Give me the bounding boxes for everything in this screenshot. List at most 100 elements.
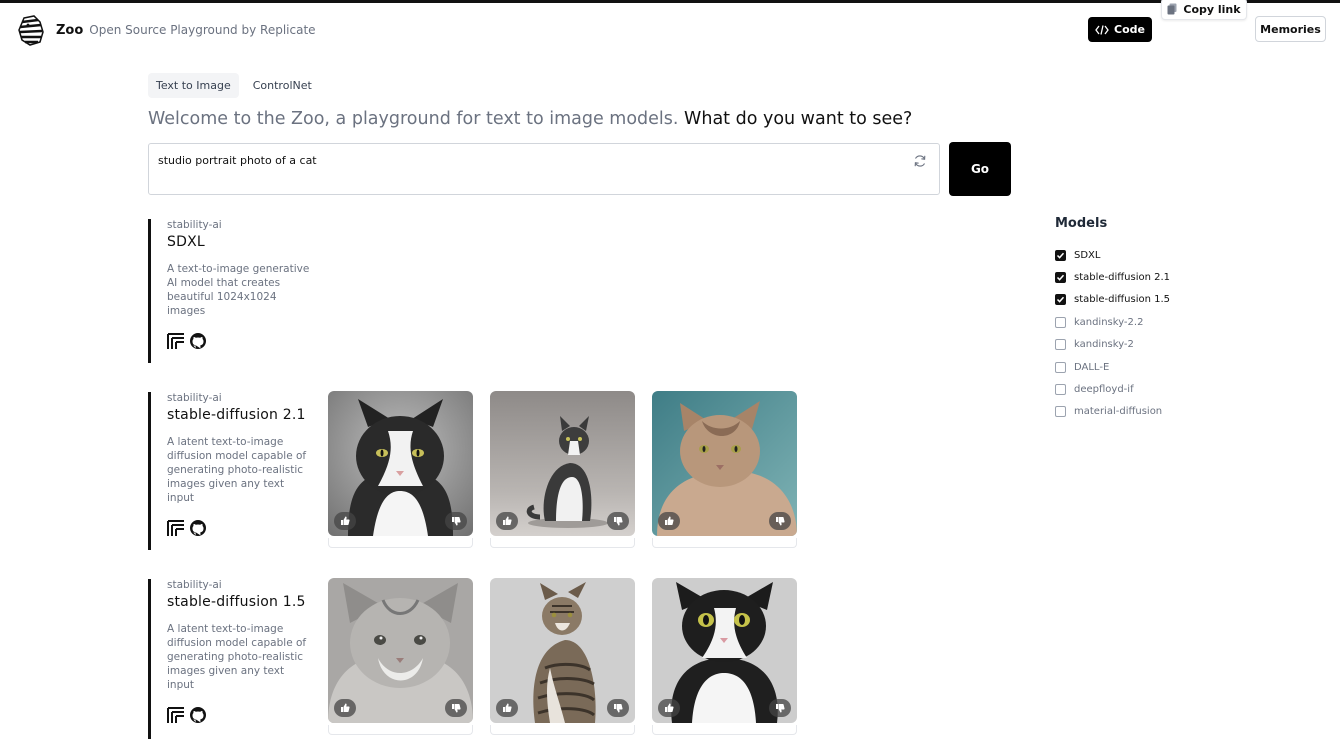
thumbs-down-button[interactable]: [769, 512, 791, 530]
github-icon[interactable]: [189, 706, 207, 724]
model-links: [167, 706, 318, 724]
model-option-stable-diffusion-1-5[interactable]: stable-diffusion 1.5: [1055, 289, 1170, 311]
code-brackets-icon: [1095, 24, 1109, 35]
go-button[interactable]: Go: [949, 142, 1011, 196]
thumbs-up-button[interactable]: [658, 699, 680, 717]
welcome-heading: Welcome to the Zoo, a playground for tex…: [148, 109, 912, 129]
model-info: stability-ai SDXL A text-to-image genera…: [148, 219, 318, 363]
model-option-label: stable-diffusion 1.5: [1074, 294, 1171, 306]
image-card-footer: [328, 538, 473, 548]
thumbs-down-icon: [776, 517, 785, 526]
thumbs-up-button[interactable]: [334, 512, 356, 530]
copy-icon: [1167, 3, 1177, 15]
model-option-deepfloyd-if[interactable]: deepfloyd-if: [1055, 378, 1170, 400]
model-info: stability-ai stable-diffusion 1.5 A late…: [148, 579, 318, 739]
model-description: A text-to-image generative AI model that…: [167, 263, 310, 317]
thumbs-up-button[interactable]: [334, 699, 356, 717]
thumbs-down-icon: [776, 704, 785, 713]
welcome-question: What do you want to see?: [684, 109, 913, 129]
model-option-label: deepfloyd-if: [1074, 384, 1134, 396]
welcome-intro: Welcome to the Zoo, a playground for tex…: [148, 109, 679, 129]
tab-controlnet[interactable]: ControlNet: [245, 73, 320, 98]
prompt-input[interactable]: studio portrait photo of a cat: [148, 143, 940, 195]
checkbox-unchecked[interactable]: [1055, 316, 1066, 328]
image-card-footer: [652, 538, 797, 548]
tab-text-to-image[interactable]: Text to Image: [148, 73, 239, 98]
model-option-sdxl[interactable]: SDXL: [1055, 244, 1170, 266]
brand-name[interactable]: Zoo: [56, 23, 83, 38]
image-card-footer: [490, 538, 635, 548]
generated-image[interactable]: [490, 578, 635, 723]
model-option-kandinsky-2[interactable]: kandinsky-2: [1055, 334, 1170, 356]
replicate-icon[interactable]: [167, 706, 185, 724]
refresh-icon[interactable]: [913, 154, 927, 168]
model-owner: stability-ai: [167, 579, 222, 591]
checkbox-checked[interactable]: [1055, 272, 1066, 284]
header: Zoo Open Source Playground by Replicate: [16, 14, 316, 46]
model-links: [167, 332, 318, 350]
model-option-label: SDXL: [1074, 249, 1101, 261]
model-links: [167, 519, 318, 537]
model-info: stability-ai stable-diffusion 2.1 A late…: [148, 392, 318, 550]
prompt-value: studio portrait photo of a cat: [158, 154, 317, 167]
thumbs-up-icon: [341, 516, 350, 525]
generated-image[interactable]: [652, 578, 797, 723]
check-icon: [1056, 297, 1065, 304]
models-sidebar: Models SDXL stable-diffusion 2.1 stable-…: [1055, 216, 1170, 423]
thumbs-up-button[interactable]: [496, 512, 518, 530]
replicate-icon[interactable]: [167, 519, 185, 537]
thumbs-down-icon: [614, 704, 623, 713]
model-option-label: kandinsky-2.2: [1074, 316, 1144, 328]
thumbs-up-icon: [665, 703, 674, 712]
model-option-label: stable-diffusion 2.1: [1074, 272, 1171, 284]
check-icon: [1056, 274, 1065, 281]
checkbox-unchecked[interactable]: [1055, 406, 1066, 418]
memories-button[interactable]: Memories: [1255, 16, 1326, 42]
thumbs-down-button[interactable]: [607, 699, 629, 717]
thumbs-down-button[interactable]: [769, 699, 791, 717]
model-option-stable-diffusion-2-1[interactable]: stable-diffusion 2.1: [1055, 266, 1170, 288]
image-card-footer: [328, 725, 473, 735]
checkbox-checked[interactable]: [1055, 294, 1066, 306]
model-name: stable-diffusion 1.5: [167, 594, 306, 610]
code-button-label: Code: [1114, 23, 1145, 36]
model-name: SDXL: [167, 234, 205, 250]
thumbs-up-icon: [665, 516, 674, 525]
checkbox-unchecked[interactable]: [1055, 384, 1066, 396]
model-option-material-diffusion[interactable]: material-diffusion: [1055, 401, 1170, 423]
model-owner: stability-ai: [167, 392, 222, 404]
model-option-kandinsky-2-2[interactable]: kandinsky-2.2: [1055, 311, 1170, 333]
thumbs-up-button[interactable]: [658, 512, 680, 530]
copy-link-button[interactable]: Copy link: [1161, 0, 1247, 20]
replicate-icon[interactable]: [167, 332, 185, 350]
models-title: Models: [1055, 216, 1108, 231]
model-option-label: DALL-E: [1074, 361, 1110, 373]
checkbox-unchecked[interactable]: [1055, 361, 1066, 373]
model-name: stable-diffusion 2.1: [167, 407, 306, 423]
thumbs-down-button[interactable]: [445, 512, 467, 530]
thumbs-up-icon: [503, 516, 512, 525]
zebra-logo-icon[interactable]: [16, 14, 46, 46]
thumbs-down-button[interactable]: [607, 512, 629, 530]
thumbs-down-button[interactable]: [445, 699, 467, 717]
generated-image[interactable]: [652, 391, 797, 536]
checkbox-checked[interactable]: [1055, 249, 1066, 261]
generated-image[interactable]: [328, 578, 473, 723]
model-owner: stability-ai: [167, 219, 222, 231]
check-icon: [1056, 252, 1065, 259]
github-icon[interactable]: [189, 519, 207, 537]
image-card-footer: [652, 725, 797, 735]
thumbs-up-button[interactable]: [496, 699, 518, 717]
model-description: A latent text-to-image diffusion model c…: [167, 623, 307, 691]
github-icon[interactable]: [189, 332, 207, 350]
code-button[interactable]: Code: [1088, 17, 1152, 42]
thumbs-up-icon: [341, 703, 350, 712]
thumbs-down-icon: [614, 517, 623, 526]
generated-image[interactable]: [490, 391, 635, 536]
generated-image[interactable]: [328, 391, 473, 536]
checkbox-unchecked[interactable]: [1055, 339, 1066, 351]
model-option-label: kandinsky-2: [1074, 339, 1134, 351]
image-card-footer: [490, 725, 635, 735]
model-option-dall-e[interactable]: DALL-E: [1055, 356, 1170, 378]
thumbs-down-icon: [452, 704, 461, 713]
